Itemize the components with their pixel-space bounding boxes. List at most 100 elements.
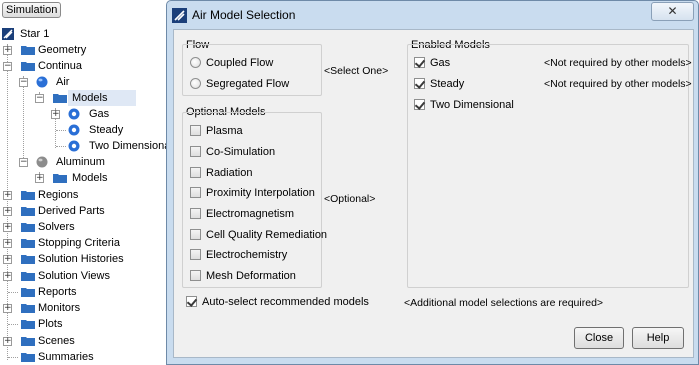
tree-item-label: Steady bbox=[89, 124, 124, 136]
tree-item-label: Air bbox=[56, 76, 70, 88]
tree-guide-line bbox=[23, 76, 24, 164]
help-button[interactable]: Help bbox=[632, 327, 684, 349]
tree-item-label: Plots bbox=[38, 318, 63, 330]
tree-item-label: Star 1 bbox=[20, 28, 50, 40]
simulation-tab[interactable]: Simulation bbox=[2, 2, 62, 18]
checkbox-checked-icon[interactable] bbox=[186, 296, 197, 307]
checkbox-icon[interactable] bbox=[190, 270, 201, 281]
model-icon bbox=[68, 124, 80, 136]
status-message: <Additional model selections are require… bbox=[404, 297, 604, 309]
expand-icon[interactable]: + bbox=[3, 337, 12, 346]
folder-icon bbox=[21, 271, 35, 281]
expand-icon[interactable]: + bbox=[3, 272, 12, 281]
folder-icon bbox=[21, 45, 35, 55]
tree-item-label: Gas bbox=[89, 108, 110, 120]
expand-icon[interactable]: + bbox=[3, 191, 12, 200]
folder-icon bbox=[21, 287, 35, 297]
star-ccm-icon bbox=[2, 28, 14, 40]
close-window-button[interactable]: ✕ bbox=[651, 2, 694, 21]
sphere-icon bbox=[36, 156, 48, 168]
tree-item-label: Aluminum bbox=[56, 156, 105, 168]
checkbox-label: Steady bbox=[430, 78, 465, 90]
checkbox-label: Mesh Deformation bbox=[206, 270, 296, 282]
expand-icon[interactable]: + bbox=[3, 46, 12, 55]
folder-icon bbox=[21, 254, 35, 264]
select-one-hint: <Select One> bbox=[324, 65, 389, 77]
checkbox-checked-icon[interactable] bbox=[414, 99, 425, 110]
checkbox-icon[interactable] bbox=[190, 146, 201, 157]
checkbox-label: Electromagnetism bbox=[206, 208, 295, 220]
tree-item-label: Solution Histories bbox=[38, 253, 124, 265]
checkbox-label: Electrochemistry bbox=[206, 249, 288, 261]
checkbox-label: Auto-select recommended models bbox=[202, 296, 369, 308]
checkbox-label: Two Dimensional bbox=[430, 99, 514, 111]
air-model-selection-dialog: Air Model Selection ✕ Flow Coupled Flow … bbox=[166, 0, 699, 365]
expand-icon[interactable]: + bbox=[3, 223, 12, 232]
collapse-icon[interactable]: − bbox=[19, 158, 28, 167]
tree-item-label: Models bbox=[72, 172, 108, 184]
tree-item-label: Continua bbox=[38, 60, 83, 72]
tree-item-label: Summaries bbox=[38, 351, 94, 363]
close-button[interactable]: Close bbox=[574, 327, 624, 349]
dialog-titlebar[interactable]: Air Model Selection ✕ bbox=[167, 1, 698, 29]
folder-icon bbox=[21, 352, 35, 362]
folder-icon bbox=[21, 61, 35, 71]
checkbox-checked-icon[interactable] bbox=[414, 78, 425, 89]
folder-icon bbox=[21, 238, 35, 248]
folder-icon bbox=[21, 319, 35, 329]
checkbox-icon[interactable] bbox=[190, 125, 201, 136]
checkbox-icon[interactable] bbox=[190, 208, 201, 219]
checkbox-label: Radiation bbox=[206, 167, 253, 179]
tree-item-label: Regions bbox=[38, 189, 79, 201]
close-icon: ✕ bbox=[667, 4, 678, 18]
expand-icon[interactable]: + bbox=[35, 174, 44, 183]
folder-icon bbox=[53, 93, 67, 103]
steady-requirement-note: <Not required by other models> bbox=[544, 78, 692, 90]
folder-icon bbox=[53, 173, 67, 183]
folder-icon bbox=[21, 206, 35, 216]
tree-item-label: Geometry bbox=[38, 44, 87, 56]
expand-icon[interactable]: + bbox=[3, 255, 12, 264]
model-icon bbox=[68, 140, 80, 152]
folder-icon bbox=[21, 303, 35, 313]
checkbox-icon[interactable] bbox=[190, 229, 201, 240]
tree-item-label: Stopping Criteria bbox=[38, 237, 120, 249]
expand-icon[interactable]: + bbox=[51, 110, 60, 119]
tree-item-label: Two Dimensional bbox=[89, 140, 173, 152]
radio-label: Segregated Flow bbox=[206, 78, 290, 90]
tree-item-label: Derived Parts bbox=[38, 205, 105, 217]
checkbox-label: Gas bbox=[430, 57, 451, 69]
tree-item-label: Reports bbox=[38, 286, 77, 298]
expand-icon[interactable]: + bbox=[3, 207, 12, 216]
sphere-icon bbox=[36, 76, 48, 88]
checkbox-label: Proximity Interpolation bbox=[206, 187, 315, 199]
checkbox-label: Cell Quality Remediation bbox=[206, 229, 328, 241]
folder-icon bbox=[21, 222, 35, 232]
optional-hint: <Optional> bbox=[324, 193, 376, 205]
expand-icon[interactable]: + bbox=[3, 239, 12, 248]
checkbox-icon[interactable] bbox=[190, 249, 201, 260]
radio-icon[interactable] bbox=[190, 57, 201, 68]
collapse-icon[interactable]: − bbox=[19, 78, 28, 87]
dialog-content: Flow Coupled Flow Segregated Flow <Selec… bbox=[173, 29, 694, 358]
tree-item-label: Monitors bbox=[38, 302, 81, 314]
tree-item-label: Models bbox=[72, 92, 108, 104]
checkbox-icon[interactable] bbox=[190, 187, 201, 198]
model-icon bbox=[68, 108, 80, 120]
tree-item-label: Solution Views bbox=[38, 270, 110, 282]
folder-icon bbox=[21, 336, 35, 346]
radio-icon[interactable] bbox=[190, 78, 201, 89]
gas-requirement-note: <Not required by other models> bbox=[544, 57, 692, 69]
expand-icon[interactable]: + bbox=[3, 304, 12, 313]
tree-item-label: Scenes bbox=[38, 335, 75, 347]
collapse-icon[interactable]: − bbox=[3, 62, 12, 71]
radio-label: Coupled Flow bbox=[206, 57, 274, 69]
checkbox-checked-icon[interactable] bbox=[414, 57, 425, 68]
checkbox-label: Co-Simulation bbox=[206, 146, 276, 158]
star-ccm-icon bbox=[172, 8, 187, 23]
tree-item-label: Solvers bbox=[38, 221, 75, 233]
folder-icon bbox=[21, 190, 35, 200]
checkbox-icon[interactable] bbox=[190, 167, 201, 178]
dialog-title: Air Model Selection bbox=[192, 8, 296, 22]
collapse-icon[interactable]: − bbox=[35, 94, 44, 103]
